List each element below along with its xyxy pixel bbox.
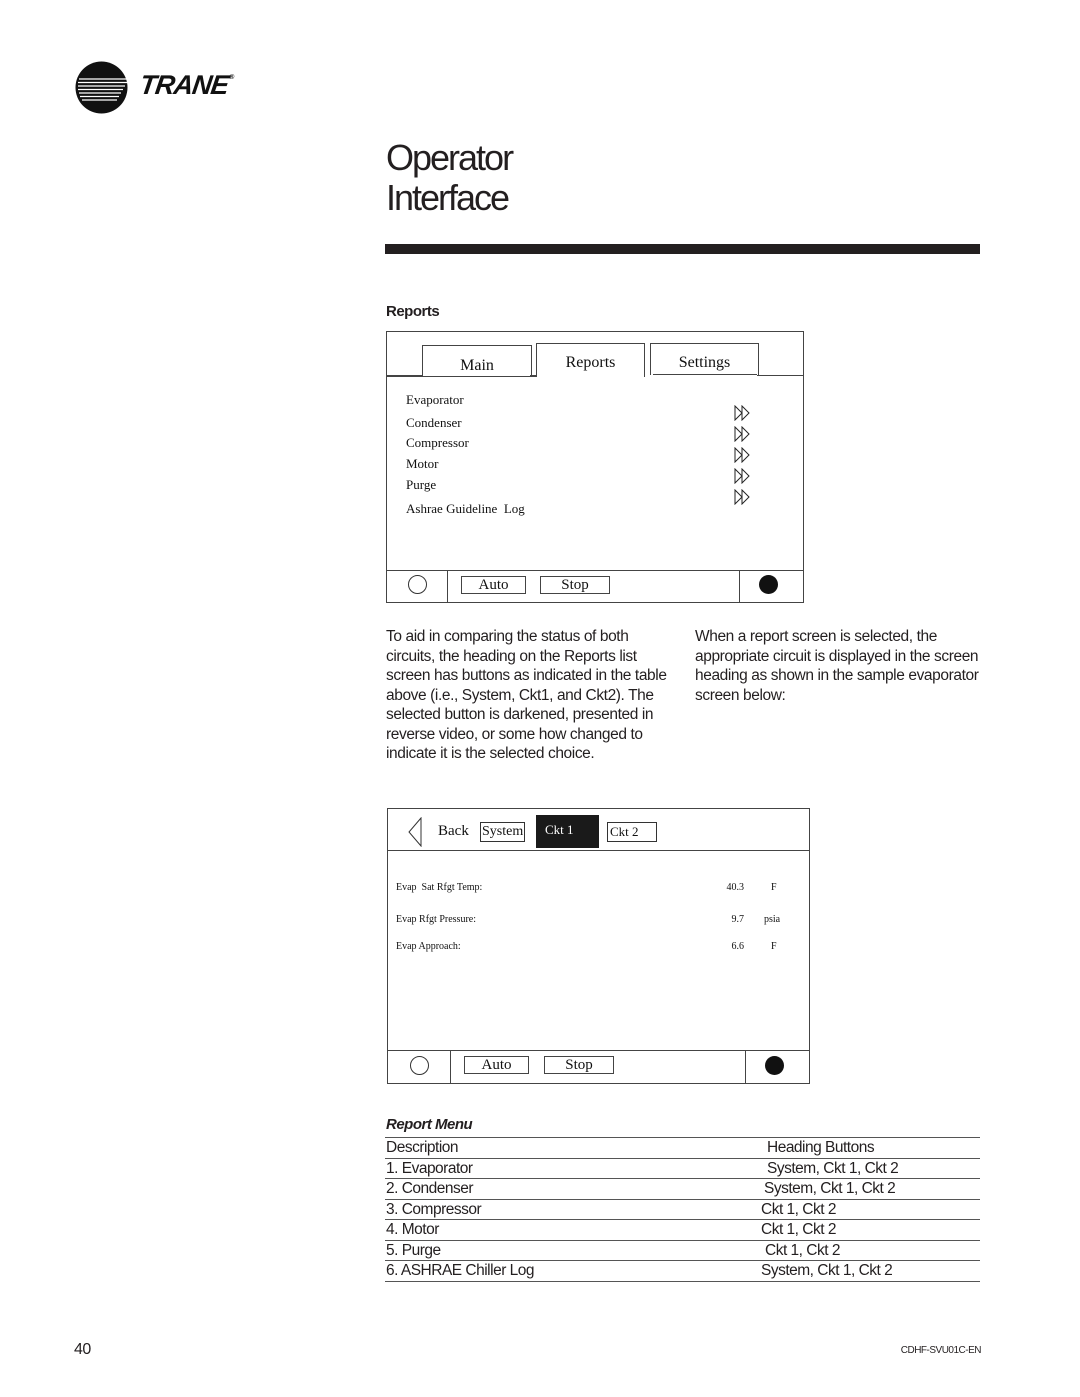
header-heading-buttons: Heading Buttons [767, 1139, 875, 1156]
header-button-ckt1[interactable]: Ckt 1 [536, 815, 599, 848]
report-item-evaporator[interactable]: Evaporator [406, 392, 464, 408]
fast-forward-icon[interactable] [734, 426, 752, 442]
data-row: Evap Rfgt Pressure: 9.7 psia [396, 914, 809, 925]
report-item-purge[interactable]: Purge [406, 477, 436, 493]
fast-forward-icon[interactable] [734, 405, 752, 421]
row-heading-buttons: System, Ckt 1, Ckt 2 [764, 1180, 896, 1197]
row-value: 6.6 [731, 941, 745, 952]
tab-settings[interactable]: Settings [650, 343, 759, 375]
report-menu-title: Report Menu [386, 1116, 473, 1133]
tab-main-label: Main [460, 357, 494, 374]
title-rule [385, 244, 980, 254]
row-description: 6. ASHRAE Chiller Log [386, 1262, 535, 1279]
row-heading-buttons: Ckt 1, Ckt 2 [765, 1241, 840, 1259]
report-item-condenser[interactable]: Condenser [406, 415, 462, 431]
row-label: Evap Rfgt Pressure: [396, 914, 476, 925]
header-divider [388, 850, 809, 851]
report-menu-table: Description Heading Buttons 1. Evaporato… [385, 1137, 980, 1282]
tab-settings-label: Settings [678, 354, 731, 371]
report-item-ashrae-log[interactable]: Ashrae Guideline Log [406, 501, 525, 517]
header-button-system[interactable]: System [480, 822, 526, 842]
page-number: 40 [74, 1341, 91, 1358]
divider [745, 1051, 746, 1083]
table-row: 5. Purge Ckt 1, Ckt 2 [385, 1239, 980, 1261]
row-heading-buttons: System, Ckt 1, Ckt 2 [761, 1262, 893, 1279]
report-item-motor[interactable]: Motor [406, 456, 439, 472]
divider [450, 1051, 451, 1083]
stop-button[interactable]: Stop [540, 576, 610, 594]
tab-baseline [653, 374, 757, 375]
row-heading-buttons: System, Ckt 1, Ckt 2 [767, 1159, 899, 1177]
table-row: 2. Condenser System, Ckt 1, Ckt 2 [385, 1178, 980, 1199]
data-row: Evap Approach: 6.6 F [396, 941, 809, 952]
divider [447, 571, 448, 602]
divider [739, 571, 740, 602]
document-code: CDHF-SVU01C-EN [900, 1345, 982, 1356]
row-value: 40.3 [726, 882, 745, 893]
data-row: Evap Sat Rfgt Temp: 40.3 F [396, 882, 809, 893]
status-circle-open-icon [410, 1056, 429, 1075]
reports-screen-mockup: Main Reports Settings Evaporator Condens… [386, 331, 804, 603]
row-description: 4. Motor [386, 1221, 439, 1238]
brand-name: TRANE [137, 70, 231, 100]
auto-button[interactable]: Auto [464, 1056, 529, 1074]
row-heading-buttons: Ckt 1, Ckt 2 [761, 1221, 836, 1238]
registered-mark: ® [228, 74, 234, 81]
status-circle-filled-icon [759, 575, 778, 594]
report-item-compressor[interactable]: Compressor [406, 435, 469, 451]
table-header-row: Description Heading Buttons [385, 1137, 980, 1158]
row-heading-buttons: Ckt 1, Ckt 2 [761, 1200, 836, 1218]
row-description: 1. Evaporator [386, 1159, 473, 1177]
row-unit: F [771, 882, 777, 893]
status-circle-filled-icon [765, 1056, 784, 1075]
page-title: Operator Interface [386, 137, 514, 218]
row-description: 3. Compressor [386, 1200, 482, 1218]
row-label: Evap Sat Rfgt Temp: [396, 882, 483, 893]
brand-wordmark: TRANE® [138, 70, 235, 101]
status-circle-open-icon [408, 575, 427, 594]
row-value: 9.7 [731, 914, 745, 925]
table-row: 3. Compressor Ckt 1, Ckt 2 [385, 1198, 980, 1220]
tab-main[interactable]: Main [422, 345, 532, 376]
header-description: Description [386, 1139, 459, 1156]
page-title-line2: Interface [386, 177, 510, 218]
row-description: 2. Condenser [386, 1180, 474, 1197]
row-description: 5. Purge [386, 1241, 441, 1259]
tab-baseline [757, 375, 803, 376]
fast-forward-icon[interactable] [734, 468, 752, 484]
screen-bottom-bar: Auto Stop [388, 1050, 809, 1083]
row-label: Evap Approach: [396, 941, 461, 952]
back-arrow-icon[interactable] [407, 817, 423, 847]
row-unit: psia [764, 914, 781, 925]
fast-forward-icon[interactable] [734, 447, 752, 463]
paragraph-circuit-buttons: To aid in comparing the status of both c… [386, 628, 667, 762]
tab-reports-label: Reports [565, 354, 616, 371]
stop-button[interactable]: Stop [544, 1056, 614, 1074]
tab-baseline [387, 376, 536, 377]
trane-circle-logo-icon [75, 61, 128, 114]
back-button[interactable]: Back [438, 822, 469, 840]
screen-bottom-bar: Auto Stop [387, 570, 803, 602]
row-unit: F [771, 941, 777, 952]
header-button-ckt2[interactable]: Ckt 2 [607, 822, 657, 842]
paragraph-report-screen: When a report screen is selected, the ap… [695, 628, 979, 704]
evaporator-screen-mockup: Back System Ckt 1 Ckt 2 Evap Sat Rfgt Te… [387, 808, 810, 1084]
tab-reports[interactable]: Reports [536, 343, 645, 377]
section-heading: Reports [386, 303, 440, 320]
table-row: 4. Motor Ckt 1, Ckt 2 [385, 1219, 980, 1240]
auto-button[interactable]: Auto [461, 576, 526, 594]
page-title-line1: Operator [386, 137, 514, 178]
fast-forward-icon[interactable] [734, 489, 752, 505]
table-row: 1. Evaporator System, Ckt 1, Ckt 2 [385, 1157, 980, 1179]
table-row: 6. ASHRAE Chiller Log System, Ckt 1, Ckt… [385, 1260, 980, 1282]
